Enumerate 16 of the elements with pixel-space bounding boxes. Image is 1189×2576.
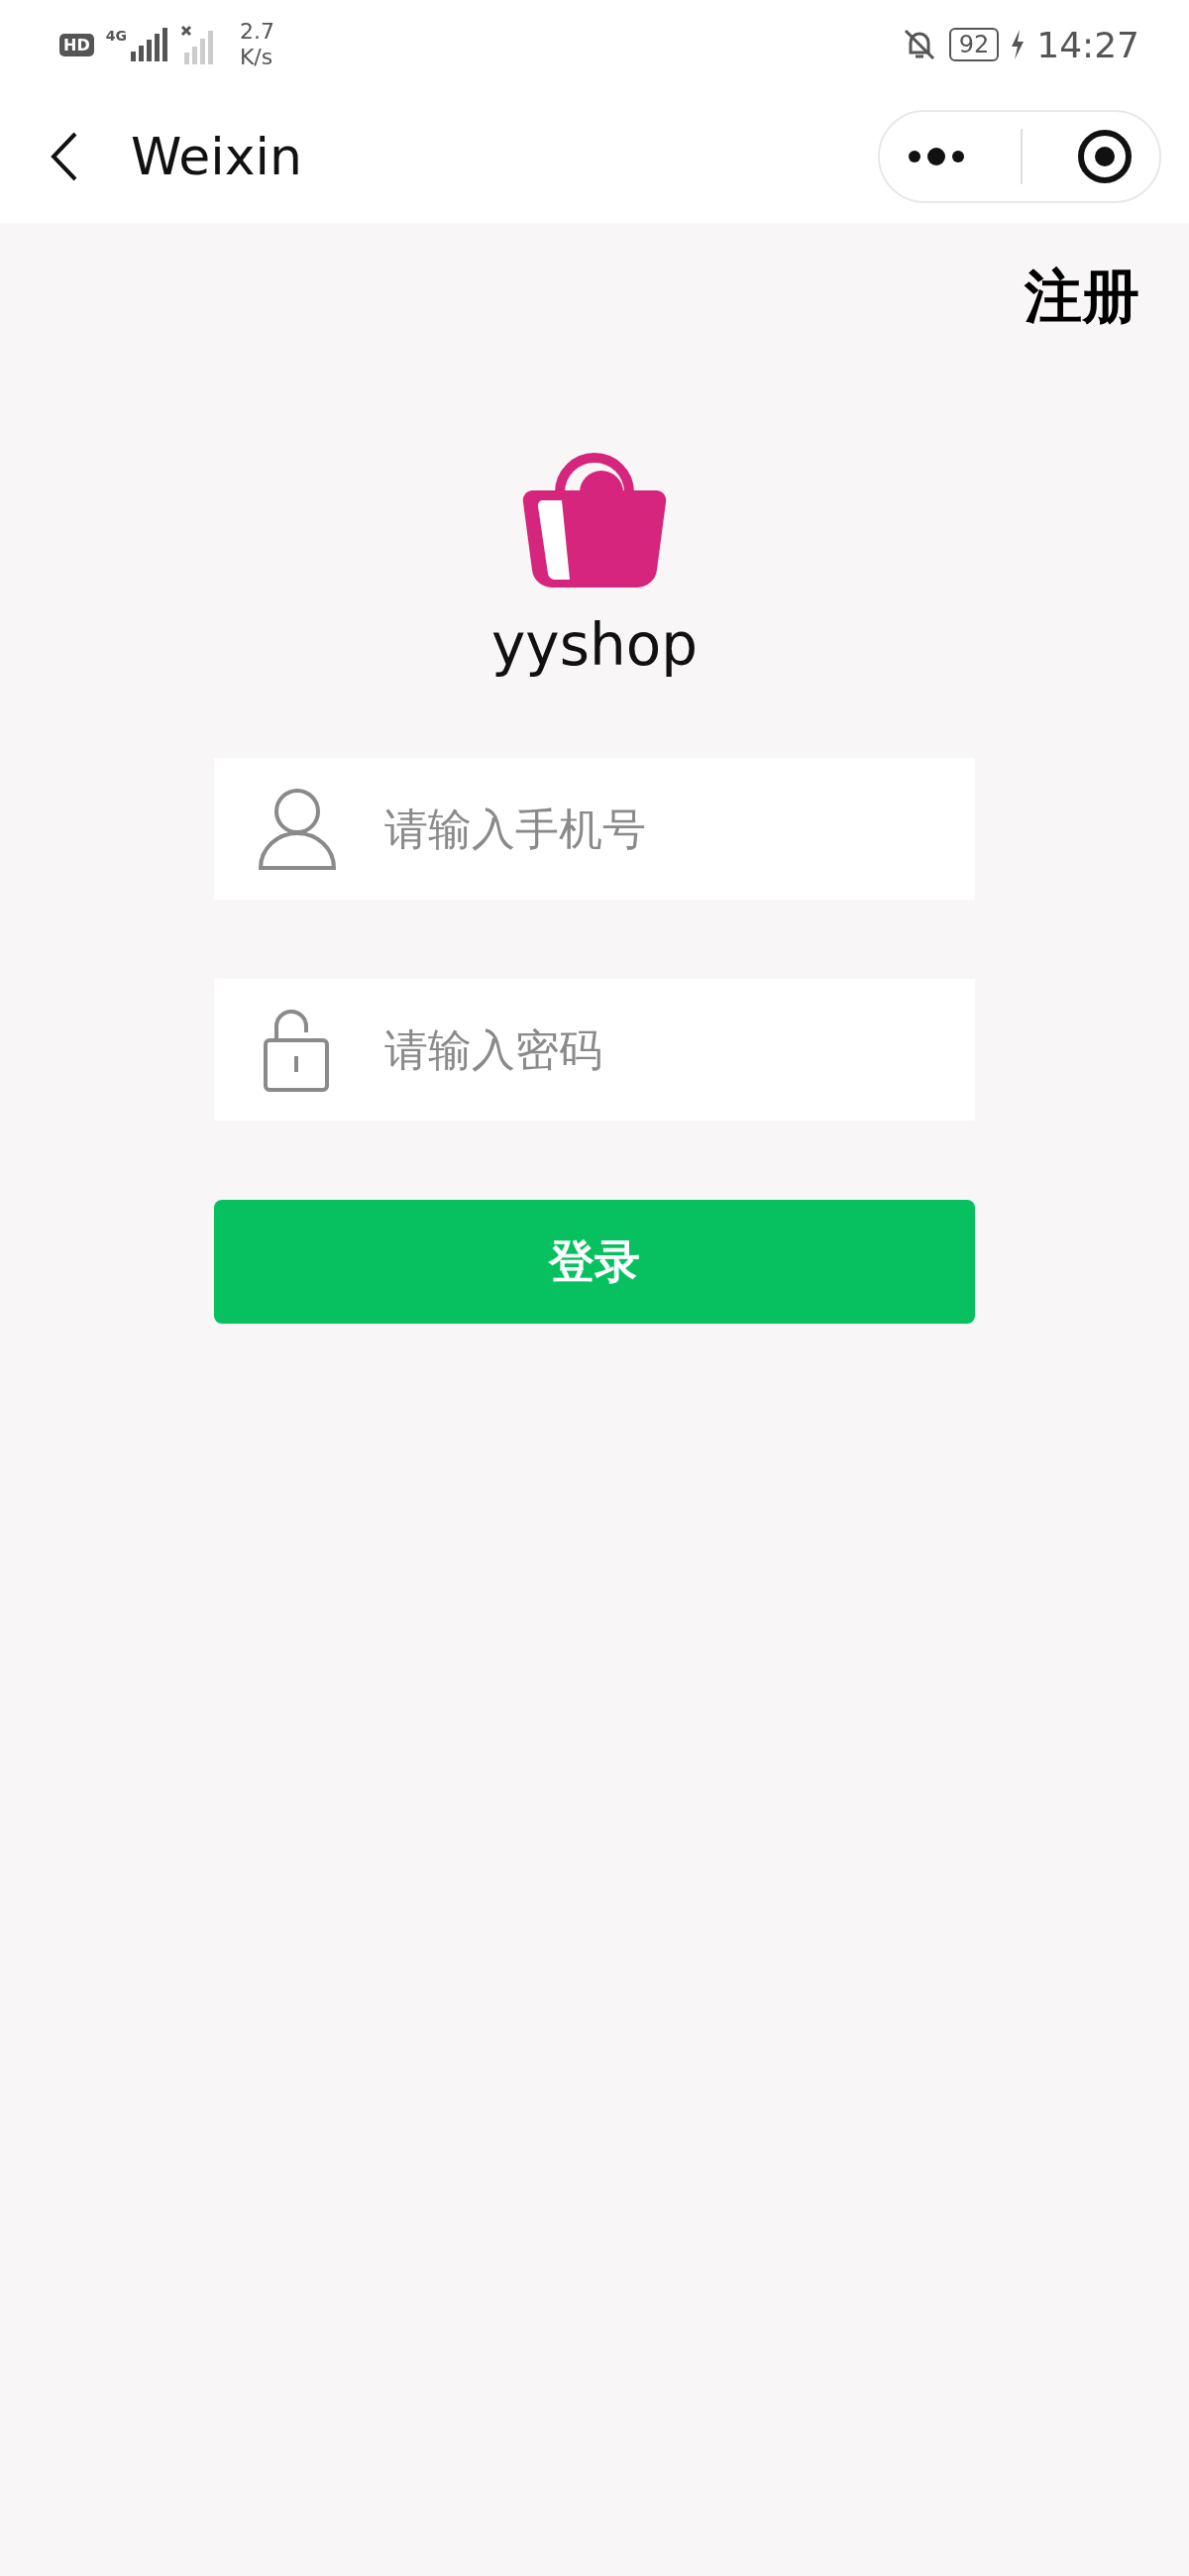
- more-icon[interactable]: [907, 146, 967, 166]
- back-icon[interactable]: [50, 131, 79, 181]
- network-speed: 2.7: [239, 19, 274, 45]
- close-icon[interactable]: [1076, 128, 1133, 184]
- hd-icon: HD: [59, 33, 94, 56]
- page-title: Weixin: [131, 126, 302, 186]
- input-field[interactable]: 请输入密码: [214, 979, 975, 1121]
- input-field[interactable]: 请输入手机号: [214, 758, 975, 900]
- speed-unit: K/s: [239, 45, 274, 70]
- network-type: 4G: [105, 28, 127, 44]
- charging-icon: [1011, 30, 1026, 59]
- app-name: yyshop: [491, 611, 698, 679]
- battery-level: 92: [948, 28, 1000, 61]
- signal-icon: [128, 28, 168, 61]
- clock: 14:27: [1036, 24, 1139, 65]
- register-link[interactable]: 注册: [1025, 259, 1139, 336]
